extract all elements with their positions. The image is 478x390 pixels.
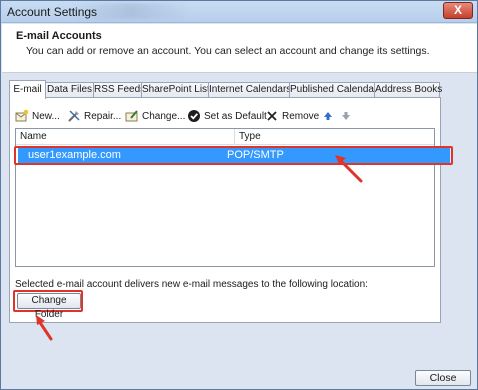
move-up-icon <box>321 109 335 123</box>
new-icon <box>15 109 29 123</box>
new-account-label: New... <box>32 110 60 122</box>
tab-email[interactable]: E-mail <box>9 80 46 99</box>
remove-icon <box>265 109 279 123</box>
tab-published-calendars[interactable]: Published Calendars <box>289 82 382 98</box>
tab-rss-feeds[interactable]: RSS Feeds <box>93 82 145 98</box>
remove-button[interactable]: Remove <box>265 108 319 124</box>
repair-button[interactable]: Repair... <box>67 108 121 124</box>
window-close-button[interactable]: X <box>443 2 473 19</box>
header-title: E-mail Accounts <box>16 30 102 42</box>
tab-sharepoint-lists[interactable]: SharePoint Lists <box>141 82 215 98</box>
tab-address-books[interactable]: Address Books <box>374 82 442 98</box>
tab-data-files[interactable]: Data Files <box>45 82 94 98</box>
change-label: Change... <box>142 110 186 122</box>
account-settings-window: Account Settings X E-mail Accounts You c… <box>0 0 478 390</box>
button-annotation-arrow <box>36 315 53 341</box>
remove-label: Remove <box>282 110 320 122</box>
list-header: Name Type <box>16 129 434 145</box>
change-icon <box>125 109 139 123</box>
repair-icon <box>67 109 81 123</box>
move-down-button[interactable] <box>339 108 356 124</box>
dialog-header: E-mail Accounts You can add or remove an… <box>2 24 477 73</box>
header-description: You can add or remove an account. You ca… <box>26 45 430 57</box>
set-default-button[interactable]: Set as Default <box>187 108 267 124</box>
repair-label: Repair... <box>84 110 122 122</box>
change-button[interactable]: Change... <box>125 108 185 124</box>
window-title: Account Settings <box>7 5 98 19</box>
close-button[interactable]: Close <box>415 370 471 386</box>
set-default-label: Set as Default <box>204 110 267 122</box>
change-folder-button[interactable]: Change Folder <box>17 293 81 320</box>
new-account-button[interactable]: New... <box>15 108 60 124</box>
delivery-location-note: Selected e-mail account delivers new e-m… <box>15 279 368 290</box>
tab-internet-calendars[interactable]: Internet Calendars <box>208 82 291 98</box>
row-annotation-box <box>14 146 453 165</box>
row-annotation-arrow <box>335 155 363 183</box>
move-up-button[interactable] <box>321 108 338 124</box>
column-header-type[interactable]: Type <box>234 129 434 145</box>
move-down-icon <box>339 109 353 123</box>
column-header-name[interactable]: Name <box>16 129 234 145</box>
title-bar: Account Settings X <box>1 1 477 23</box>
set-default-icon <box>187 109 201 123</box>
